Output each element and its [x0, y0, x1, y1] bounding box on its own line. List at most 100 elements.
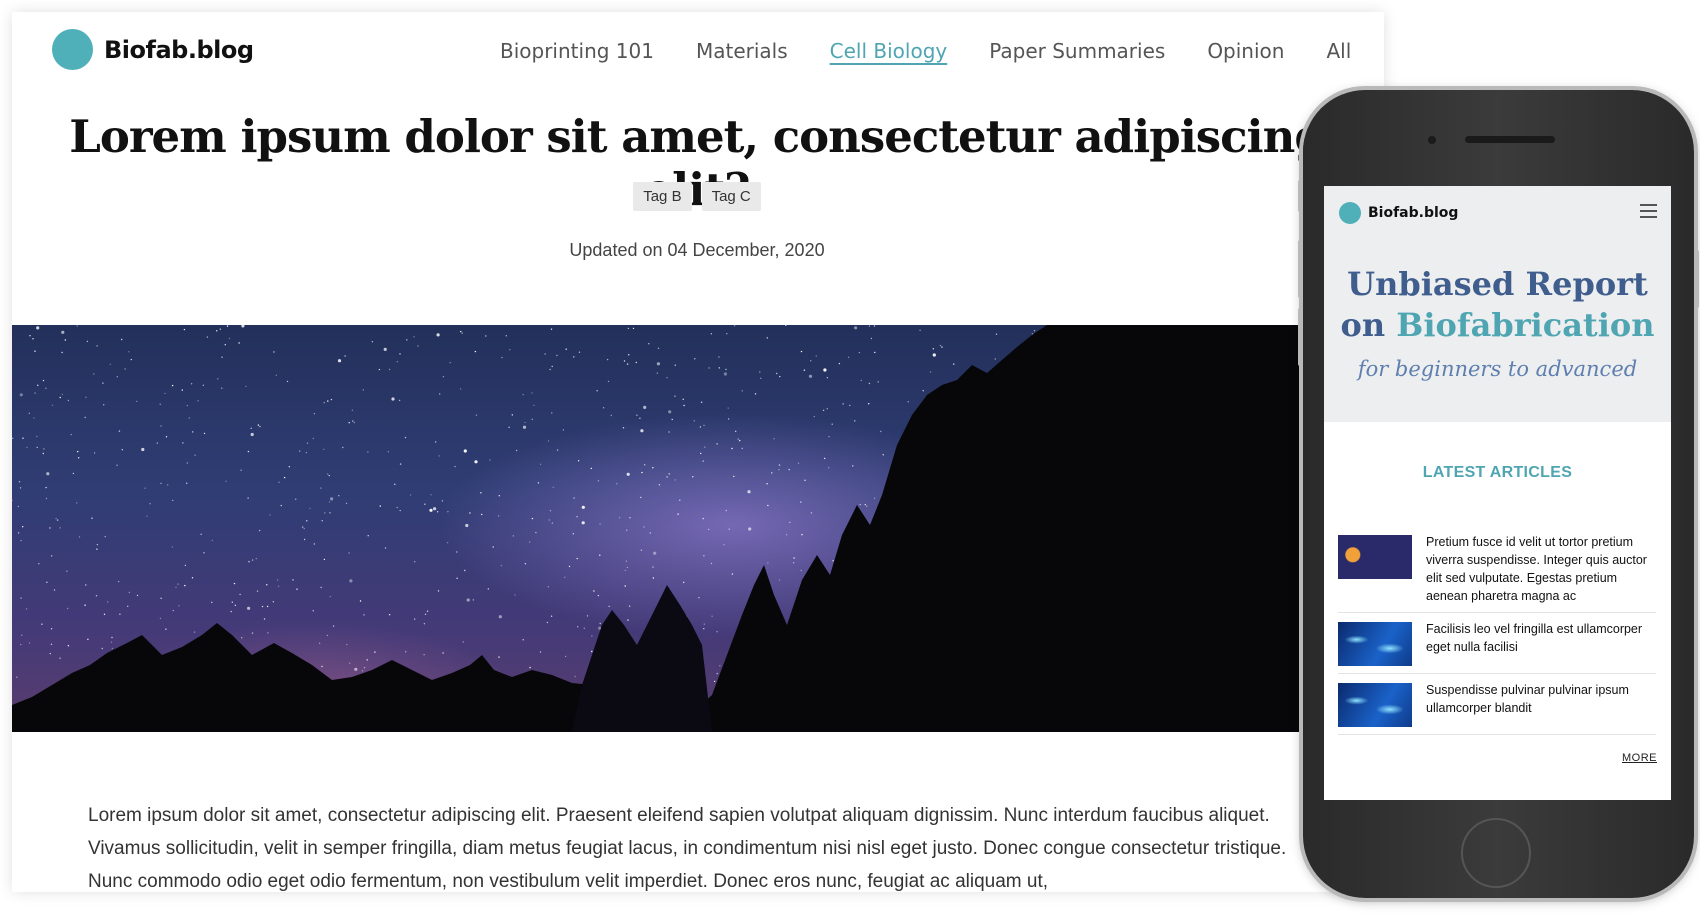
star	[882, 454, 884, 456]
star	[551, 365, 553, 368]
star	[354, 667, 358, 671]
star	[183, 328, 186, 331]
star	[330, 398, 333, 401]
star	[735, 430, 737, 432]
star	[388, 368, 391, 371]
star	[43, 448, 45, 450]
star	[160, 597, 162, 599]
star	[96, 345, 98, 347]
article-list-item[interactable]: Suspendisse pulvinar pulvinar ipsum ulla…	[1338, 674, 1656, 735]
star	[539, 463, 542, 465]
star	[511, 414, 513, 416]
star	[652, 566, 654, 568]
star	[85, 396, 87, 398]
star	[269, 514, 271, 516]
star	[398, 399, 401, 402]
star	[524, 563, 527, 565]
star	[618, 517, 621, 519]
article-list-item[interactable]: Facilisis leo vel fringilla est ullamcor…	[1338, 613, 1656, 674]
star	[461, 332, 463, 334]
star	[414, 561, 416, 563]
nav-item-cell-biology[interactable]: Cell Biology	[830, 39, 948, 63]
star	[95, 595, 98, 597]
star	[551, 412, 553, 414]
hamburger-menu-icon[interactable]	[1640, 204, 1657, 222]
star	[26, 446, 28, 449]
star	[759, 371, 761, 373]
star	[641, 471, 643, 474]
nav-item-paper-summaries[interactable]: Paper Summaries	[989, 39, 1165, 63]
star	[657, 347, 660, 349]
more-link[interactable]: MORE	[1622, 752, 1657, 764]
star	[649, 532, 651, 534]
star	[91, 517, 93, 519]
star	[437, 590, 440, 592]
star	[456, 551, 458, 553]
star	[149, 503, 151, 505]
star	[994, 358, 996, 360]
star	[405, 651, 407, 653]
star	[255, 557, 257, 560]
nav-item-all[interactable]: All	[1326, 39, 1351, 63]
star	[725, 509, 727, 512]
star	[627, 619, 629, 621]
star	[514, 594, 516, 596]
star	[596, 390, 598, 392]
main-nav: Bioprinting 101 Materials Cell Biology P…	[500, 39, 1351, 63]
hero-line-1: Unbiased Report	[1347, 265, 1648, 303]
star	[109, 363, 111, 366]
star	[46, 581, 48, 583]
star	[414, 618, 416, 620]
star	[175, 586, 177, 588]
nav-item-bioprinting-101[interactable]: Bioprinting 101	[500, 39, 654, 63]
nav-item-materials[interactable]: Materials	[696, 39, 788, 63]
star	[56, 519, 59, 521]
star	[367, 451, 369, 453]
star	[50, 643, 53, 645]
mobile-site-logo[interactable]: Biofab.blog	[1339, 202, 1458, 224]
star	[565, 348, 567, 350]
star	[539, 651, 542, 653]
star	[995, 333, 998, 335]
star	[76, 502, 78, 504]
star	[42, 452, 44, 455]
site-logo[interactable]: Biofab.blog	[52, 29, 254, 70]
star	[247, 497, 249, 499]
star	[435, 441, 437, 443]
star	[146, 515, 148, 517]
star	[723, 544, 725, 546]
star	[186, 404, 188, 407]
star	[348, 552, 350, 554]
star	[522, 425, 527, 429]
star	[572, 533, 574, 535]
article-excerpt: Facilisis leo vel fringilla est ullamcor…	[1426, 622, 1643, 654]
star	[666, 377, 668, 379]
article-list-item[interactable]: Pretium fusce id velit ut tortor pretium…	[1338, 526, 1656, 613]
nav-item-opinion[interactable]: Opinion	[1207, 39, 1284, 63]
tag-badge[interactable]: Tag B	[633, 182, 692, 211]
star	[546, 621, 549, 624]
star	[266, 605, 269, 608]
star	[164, 392, 166, 395]
star	[692, 476, 694, 478]
hero-image	[12, 325, 1301, 732]
star	[741, 390, 743, 392]
star	[801, 534, 803, 536]
tag-badge[interactable]: Tag C	[701, 182, 761, 211]
star	[328, 474, 330, 477]
star	[485, 335, 487, 337]
star	[564, 576, 566, 578]
star	[873, 325, 876, 327]
star	[731, 573, 734, 575]
star	[522, 639, 524, 641]
star	[874, 351, 876, 354]
star	[498, 656, 500, 658]
star	[202, 384, 205, 386]
star	[247, 450, 250, 453]
star	[396, 506, 398, 509]
star	[327, 400, 329, 402]
star	[703, 628, 705, 630]
star	[606, 358, 609, 361]
star	[413, 336, 415, 338]
star	[156, 442, 158, 444]
